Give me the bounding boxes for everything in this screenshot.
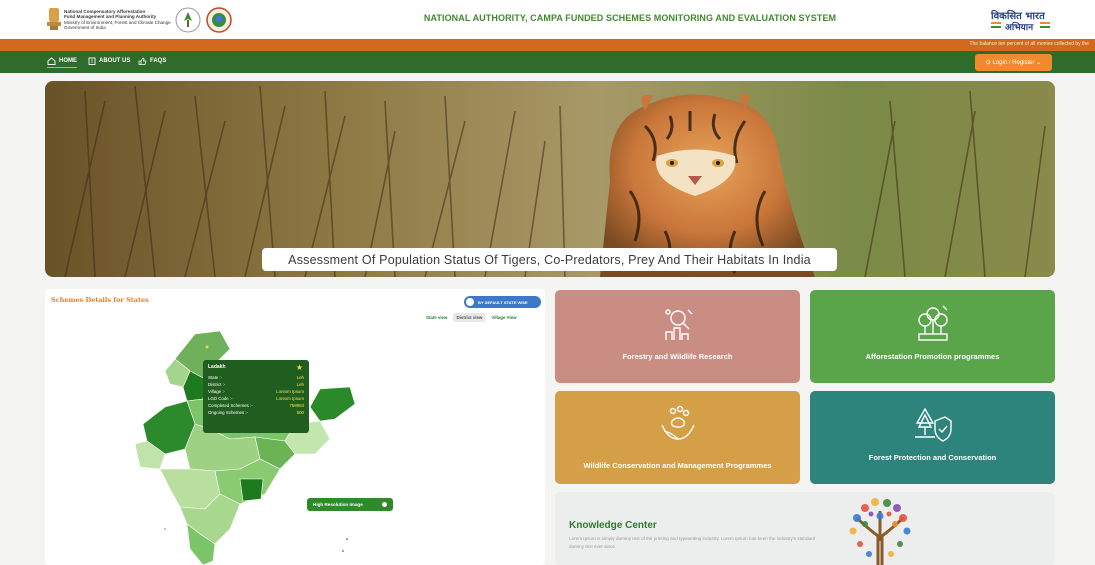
wildlife-icon: [660, 405, 695, 440]
card-forest-protection[interactable]: Forest Protection and Conservation: [810, 391, 1055, 484]
high-resolution-toggle[interactable]: High Resolution Image: [307, 498, 393, 511]
card-afforestation-label: Afforestation Promotion programmes: [865, 352, 1000, 361]
view-switcher: State view District view Village View: [423, 313, 520, 322]
org-line-4: Government of India: [64, 25, 106, 31]
tooltip-row: District :- Leh: [208, 381, 304, 388]
building-icon: [88, 57, 96, 65]
default-state-wise-toggle[interactable]: BY DEFAULT STATE WISE: [464, 296, 541, 308]
viksit-bharat-logo-icon: विकसित भारत अभियान: [990, 9, 1050, 33]
card-forest-protection-label: Forest Protection and Conservation: [868, 453, 997, 462]
nav-faqs-label: FAQS: [150, 58, 167, 64]
thumbs-up-icon: [138, 57, 147, 65]
afforestation-icon: [917, 305, 948, 341]
home-icon: [47, 57, 56, 65]
tooltip-row: Completed Schemes :- 758963: [208, 402, 304, 409]
tooltip-value: 758963: [289, 403, 304, 408]
hires-label: High Resolution Image: [313, 502, 363, 507]
research-icon: [664, 309, 692, 340]
toggle-switch-icon: [380, 500, 389, 509]
district-view-button[interactable]: District view: [453, 313, 486, 322]
svg-text:विकसित भारत: विकसित भारत: [990, 9, 1046, 22]
site-title: NATIONAL AUTHORITY, CAMPA FUNDED SCHEMES…: [423, 13, 837, 23]
tooltip-key: Completed Schemes :-: [208, 403, 253, 408]
card-forestry-research[interactable]: Forestry and Wildlife Research: [555, 290, 800, 383]
nav-about-us[interactable]: ABOUT US: [88, 57, 130, 65]
nav-faqs[interactable]: FAQS: [138, 57, 166, 65]
svg-text:अभियान: अभियान: [1005, 21, 1034, 33]
tooltip-key: State :-: [208, 375, 223, 380]
tooltip-value: Leh: [296, 375, 304, 380]
tooltip-value: Leh: [296, 382, 304, 387]
main-nav: HOME ABOUT US FAQS: [0, 51, 1095, 73]
login-register-button[interactable]: ⊙ Login / Register ⌄: [975, 54, 1052, 71]
toggle-label: BY DEFAULT STATE WISE: [478, 299, 528, 305]
nav-home-label: HOME: [59, 58, 77, 64]
map-panel-heading: Schemes Details for States: [51, 296, 149, 304]
tooltip-key: LGD Code :-: [208, 396, 233, 401]
tooltip-row: State :- Leh: [208, 374, 304, 381]
tooltip-key: Village :-: [208, 389, 226, 394]
state-view-button[interactable]: State view: [423, 313, 450, 322]
village-view-button[interactable]: Village View: [488, 313, 519, 322]
ministry-logo-icon: [206, 7, 232, 33]
region-tooltip: Ladakh ★ State :- Leh District :- Leh Vill…: [203, 360, 309, 433]
card-wildlife-label: Wildlife Conservation and Management Pro…: [583, 461, 772, 470]
card-forestry-label: Forestry and Wildlife Research: [622, 352, 733, 361]
national-emblem-icon: [47, 8, 61, 30]
tooltip-value: 500: [296, 410, 304, 415]
knowledge-center-title: Knowledge Center: [569, 520, 657, 531]
nav-about-label: ABOUT US: [99, 58, 131, 64]
card-wildlife-conservation[interactable]: Wildlife Conservation and Management Pro…: [555, 391, 800, 484]
nav-home[interactable]: HOME: [47, 57, 77, 68]
news-ticker: The balance ten percent of all monies co…: [0, 39, 1095, 51]
star-icon: ★: [295, 363, 303, 372]
tooltip-row: LGD Code :- Lorexm Ipsum: [208, 395, 304, 402]
schemes-map-panel: Schemes Details for States BY DEFAULT ST…: [45, 289, 545, 565]
knowledge-center-description: Lorem Ipsum is simply dummy text of the …: [569, 536, 816, 549]
tooltip-row: Village :- Lorexm Ipsum: [208, 388, 304, 395]
tooltip-key: District :-: [208, 382, 226, 387]
campa-logo-icon: [175, 7, 201, 33]
banner-caption: Assessment Of Population Status Of Tiger…: [262, 248, 837, 271]
card-afforestation[interactable]: Afforestation Promotion programmes: [810, 290, 1055, 383]
tooltip-value: Lorexm Ipsum: [276, 396, 304, 401]
tooltip-value: Lorexm Ipsum: [276, 389, 304, 394]
tooltip-title: Ladakh: [208, 364, 226, 370]
toggle-knob: [466, 298, 474, 306]
knowledge-center-card[interactable]: Knowledge Center Lorem Ipsum is simply d…: [555, 492, 1055, 565]
tooltip-row: Ongoing Schemes :- 500: [208, 409, 304, 416]
ticker-text: The balance ten percent of all monies co…: [969, 41, 1089, 47]
site-header: National Compensatory Afforestation Fund…: [0, 0, 1095, 39]
forest-shield-icon: [914, 407, 952, 442]
tooltip-key: Ongoing Schemes :-: [208, 410, 249, 415]
org-name: National Compensatory Afforestation Fund…: [64, 9, 172, 31]
knowledge-tree-icon: [849, 498, 911, 565]
